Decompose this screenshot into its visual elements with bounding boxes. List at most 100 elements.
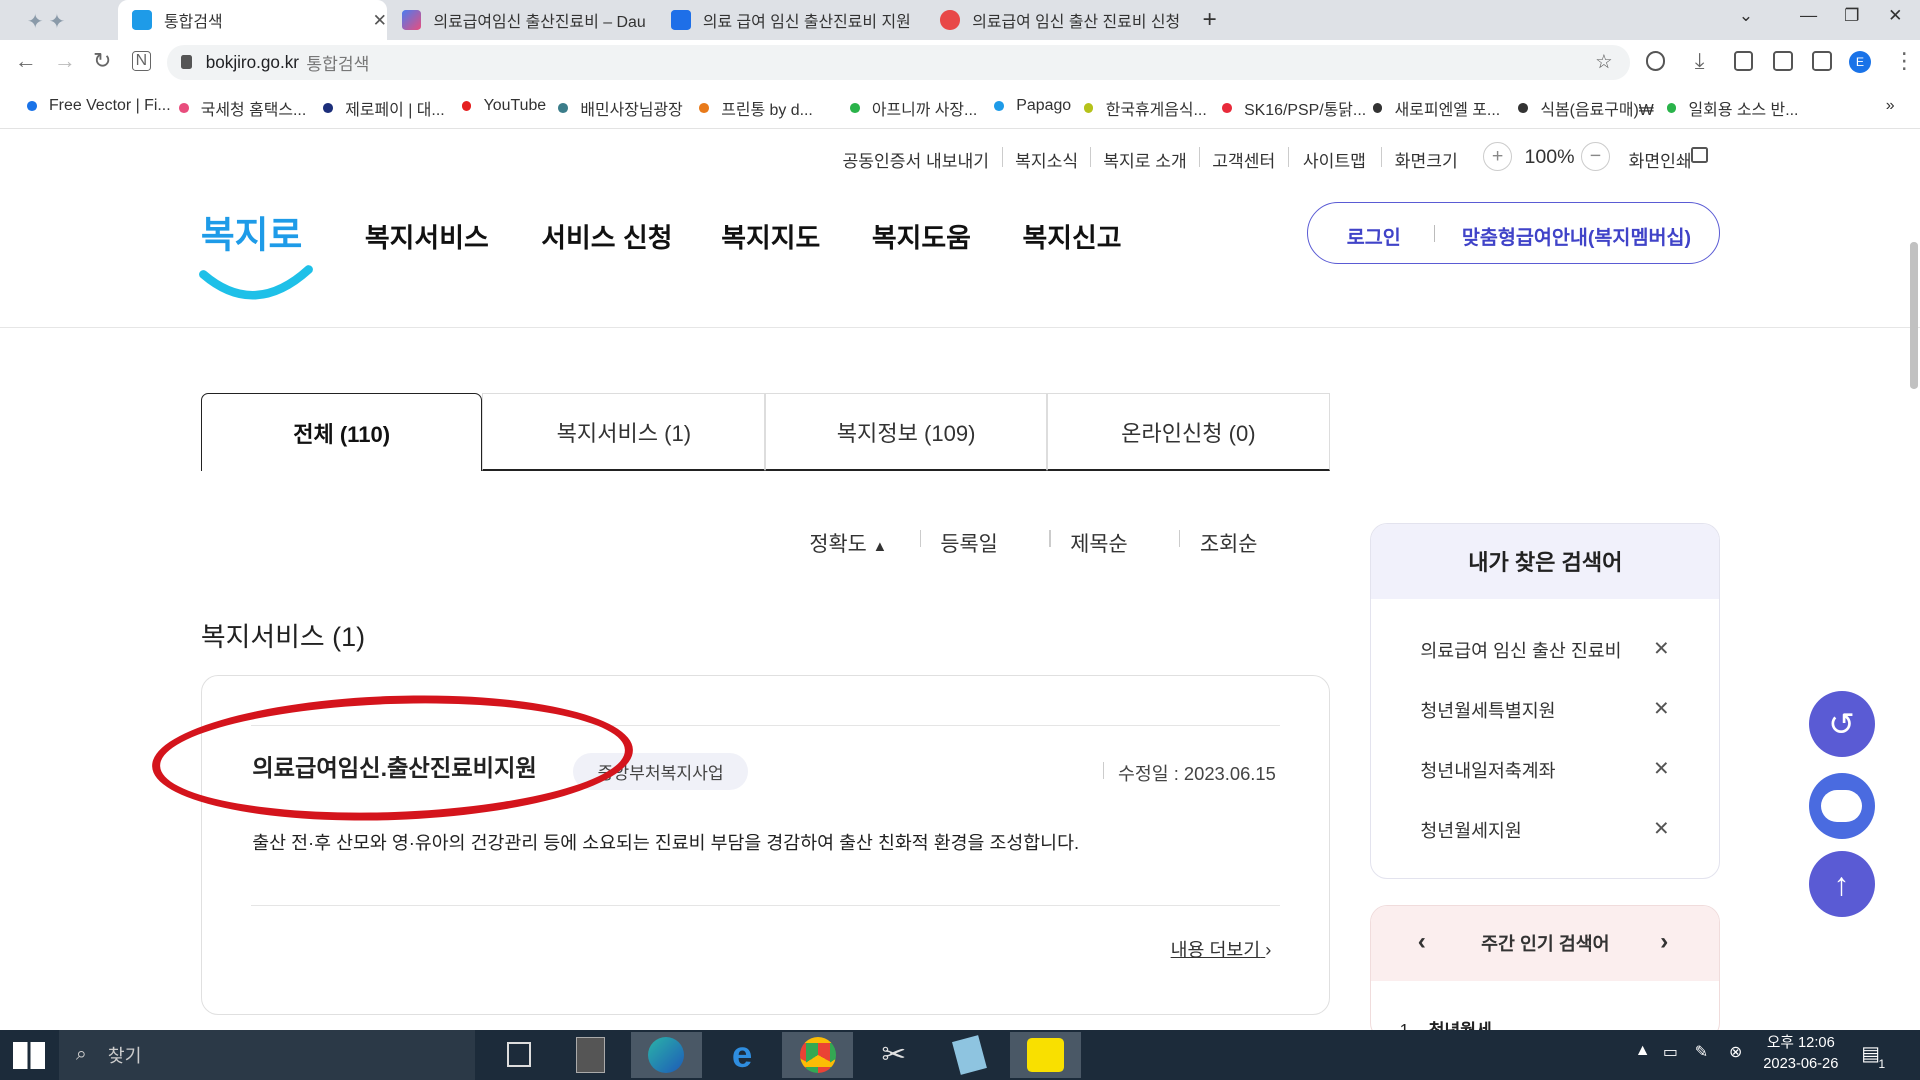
gnb-item-help[interactable]: 복지도움 [872, 216, 971, 255]
bookmark-item[interactable]: Free Vector | Fi... [26, 96, 171, 115]
browser-tab-active[interactable]: 통합검색 ✕ [117, 0, 387, 41]
util-link-sitemap[interactable]: 사이트맵 [1303, 147, 1366, 172]
bookmark-item[interactable]: 일회용 소스 반... [1666, 97, 1798, 120]
bookmark-item[interactable]: Papago [994, 97, 1071, 115]
bookmark-item[interactable]: 아프니까 사장... [849, 97, 977, 120]
close-tab-icon[interactable]: ✕ [373, 10, 387, 31]
forward-icon[interactable]: → [54, 48, 76, 74]
back-icon[interactable]: ← [15, 48, 37, 74]
clock-time: 오후 12:06 [1766, 1035, 1835, 1052]
chrome-app-icon[interactable] [782, 1032, 854, 1078]
history-button[interactable]: ↺ [1808, 690, 1875, 757]
download-icon[interactable]: ⤓ [1695, 48, 1705, 74]
bookmark-item[interactable]: 제로페이 | 대... [323, 97, 445, 120]
system-clock[interactable]: 오후 12:06 2023-06-26 [1763, 1033, 1838, 1075]
keyword-item[interactable]: 청년월세지원 [1420, 817, 1521, 843]
bookmark-item[interactable]: 배민사장님광장 [558, 97, 683, 120]
scroll-top-button[interactable]: ↑ [1808, 851, 1875, 918]
tab-online-apply[interactable]: 온라인신청 (0) [1046, 393, 1330, 472]
gnb-item-apply[interactable]: 서비스 신청 [541, 216, 672, 255]
bookmark-item[interactable]: 식봄(음료구매)₩ [1518, 97, 1654, 120]
close-window-button[interactable]: ✕ [1888, 5, 1902, 26]
sort-accuracy[interactable]: 정확도 ▲ [809, 527, 887, 557]
print-button[interactable]: 화면인쇄 [1629, 147, 1692, 172]
sort-views[interactable]: 조회순 [1200, 527, 1257, 557]
tab-all[interactable]: 전체 (110) [200, 393, 483, 472]
tab-search-chevron-icon[interactable]: ⌄ [1739, 5, 1753, 26]
notepad-app-icon[interactable] [934, 1032, 1005, 1077]
gnb-item-map[interactable]: 복지지도 [721, 216, 820, 255]
arrow-up-icon: ↑ [1833, 865, 1850, 902]
browser-tab[interactable]: 의료급여임신 출산진료비 – Dau [387, 0, 656, 40]
bokjiro-logo[interactable]: 복지로 [196, 196, 314, 306]
bookmark-star-icon[interactable]: ☆ [1595, 50, 1613, 74]
sort-title[interactable]: 제목순 [1070, 527, 1127, 557]
bookmark-item[interactable]: 프린통 by d... [699, 97, 813, 120]
cast-icon[interactable] [1733, 51, 1754, 71]
keyword-item[interactable]: 청년내일저축계좌 [1420, 757, 1555, 783]
naver-icon[interactable]: N [132, 51, 151, 72]
zoom-in-button[interactable]: + [1482, 142, 1513, 172]
side-panel-icon[interactable] [1812, 51, 1832, 71]
printer-icon[interactable] [1691, 146, 1709, 163]
sort-date[interactable]: 등록일 [940, 527, 997, 557]
volume-muted-icon[interactable]: ⊗ [1729, 1042, 1742, 1062]
more-bookmarks-icon[interactable]: » [1886, 97, 1895, 115]
util-link-support[interactable]: 고객센터 [1212, 147, 1275, 172]
util-link-cert[interactable]: 공동인증서 내보내기 [842, 147, 989, 172]
notification-center-icon[interactable]: ▤ [1861, 1042, 1880, 1066]
bookmark-item[interactable]: 한국휴게음식... [1083, 97, 1207, 120]
util-link-news[interactable]: 복지소식 [1015, 147, 1078, 172]
chatbot-mascot-icon [1820, 789, 1863, 822]
tab-welfare-services[interactable]: 복지서비스 (1) [482, 393, 766, 472]
restore-button[interactable]: ❐ [1844, 5, 1859, 26]
gnb-item-report[interactable]: 복지신고 [1022, 216, 1121, 255]
util-link-about[interactable]: 복지로 소개 [1103, 147, 1187, 172]
divider [1433, 225, 1435, 243]
edge-app-icon[interactable]: e [707, 1032, 778, 1077]
screenshot-icon[interactable] [1773, 51, 1793, 71]
snipping-tool-icon[interactable]: ✂ [858, 1032, 929, 1077]
remove-keyword-icon[interactable]: ✕ [1653, 757, 1669, 781]
zoom-out-button[interactable]: − [1580, 142, 1611, 172]
kakaotalk-app-icon[interactable] [1010, 1032, 1082, 1078]
bookmark-item[interactable]: 새로피엔엘 포... [1372, 97, 1500, 120]
remove-keyword-icon[interactable]: ✕ [1653, 697, 1669, 721]
task-view-icon[interactable] [506, 1042, 532, 1067]
remove-keyword-icon[interactable]: ✕ [1653, 817, 1669, 841]
bookmark-item[interactable]: 국세청 홈택스... [178, 97, 306, 120]
profile-avatar[interactable]: E [1848, 51, 1872, 74]
calculator-app-icon[interactable] [555, 1032, 626, 1077]
address-bar[interactable]: bokjiro.go.kr 통합검색 ☆ [166, 45, 1630, 80]
screen-size-label: 화면크기 [1394, 150, 1458, 171]
tray-overflow-icon[interactable]: ▲ [1635, 1042, 1651, 1060]
login-link[interactable]: 로그인 [1347, 221, 1401, 250]
taskbar-search[interactable]: ⌕ 찾기 [58, 1029, 476, 1080]
browser-tab[interactable]: 의료 급여 임신 출산진료비 지원 [656, 0, 925, 40]
keyword-item[interactable]: 청년월세특별지원 [1420, 697, 1555, 723]
remove-keyword-icon[interactable]: ✕ [1653, 637, 1669, 661]
chevron-left-icon[interactable]: ‹ [1418, 928, 1426, 956]
menu-kebab-icon[interactable]: ⋮ [1893, 48, 1915, 74]
keyword-item[interactable]: 의료급여 임신 출산 진료비 [1420, 637, 1621, 663]
gnb-item-services[interactable]: 복지서비스 [365, 216, 489, 255]
bookmark-item[interactable]: YouTube [461, 97, 546, 115]
minimize-button[interactable]: — [1800, 5, 1817, 26]
more-link[interactable]: 내용 더보기 › [1171, 936, 1272, 962]
bookmark-label: Free Vector | Fi... [48, 96, 171, 114]
membership-link[interactable]: 맞춤형급여안내(복지멤버십) [1462, 221, 1691, 250]
network-icon[interactable]: ▭ [1663, 1042, 1678, 1062]
new-tab-button[interactable]: + [1202, 6, 1216, 34]
chatbot-button[interactable] [1808, 772, 1875, 839]
windows-start-icon[interactable] [13, 1042, 46, 1069]
browser-app-icon[interactable] [630, 1032, 702, 1078]
scrollbar-thumb[interactable] [1910, 242, 1918, 390]
reload-icon[interactable]: ↻ [93, 48, 111, 74]
bookmark-item[interactable]: SK16/PSP/통닭... [1222, 97, 1366, 120]
chevron-right-icon[interactable]: › [1660, 928, 1668, 956]
extensions-icon[interactable] [1645, 51, 1666, 71]
browser-tab[interactable]: 의료급여 임신 출산 진료비 신청 [926, 0, 1195, 40]
tab-welfare-info[interactable]: 복지정보 (109) [765, 393, 1047, 472]
tab-search-icon[interactable]: ✦ ✦ [27, 10, 76, 33]
pen-icon[interactable]: ✎ [1695, 1042, 1708, 1062]
